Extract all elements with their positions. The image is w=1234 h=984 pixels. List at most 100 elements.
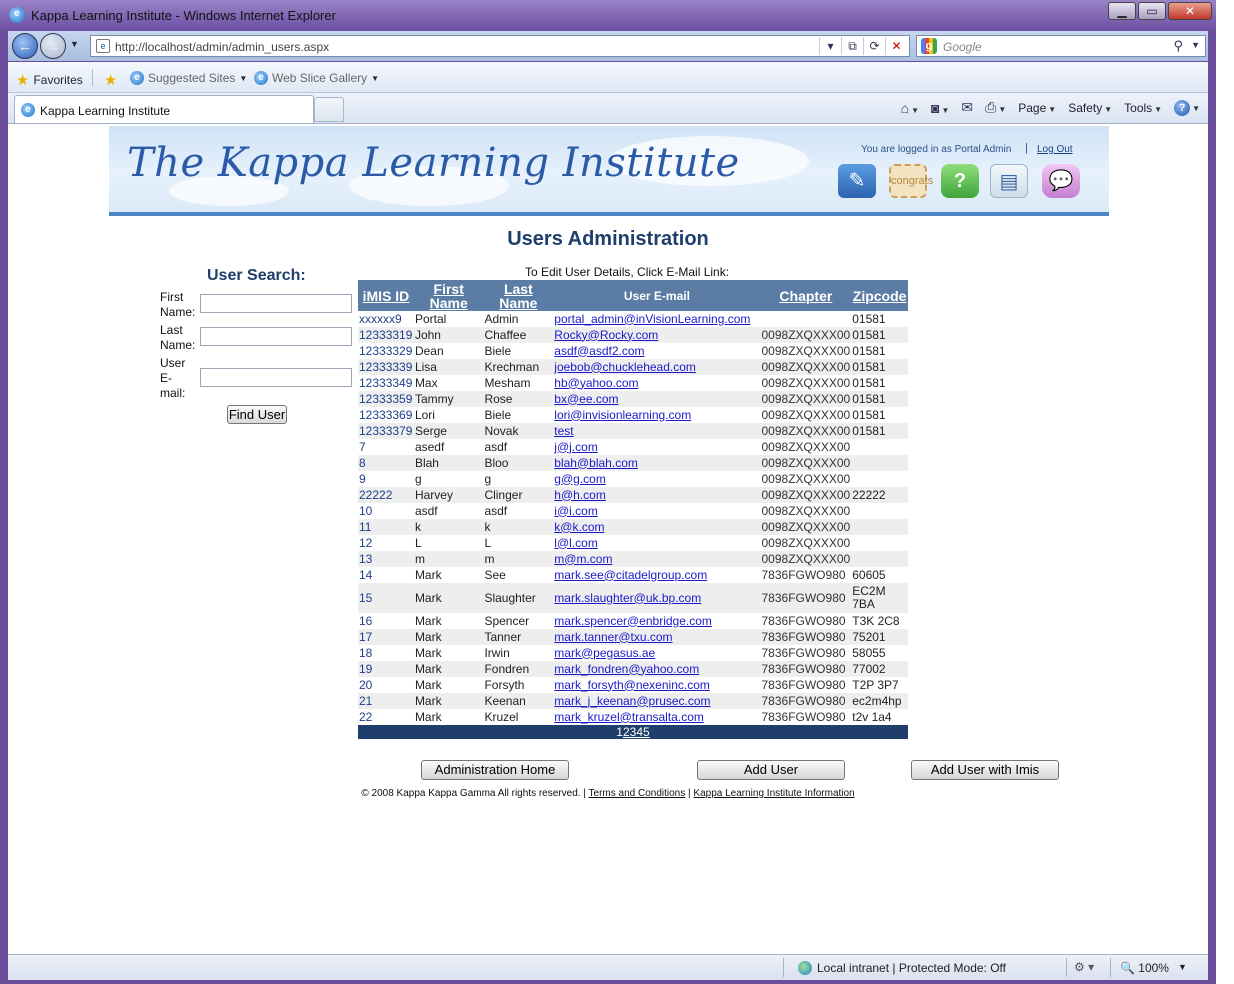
pager-page-2[interactable]: 2 xyxy=(623,725,630,739)
table-row: 9 g g g@g.com 0098ZXQXXX00 xyxy=(358,471,908,487)
first-name-cell: Portal xyxy=(414,311,447,326)
user-email-link[interactable]: l@l.com xyxy=(553,535,760,551)
recent-pages-dropdown-icon[interactable]: ▼ xyxy=(70,39,79,49)
tab-kappa-learning-institute[interactable]: e Kappa Learning Institute xyxy=(14,95,314,123)
last-name-cell: asdf xyxy=(484,503,508,518)
user-email-link[interactable]: portal_admin@inVisionLearning.com xyxy=(553,311,760,327)
user-email-link[interactable]: m@m.com xyxy=(553,551,761,567)
url-dropdown-icon[interactable]: ▾ xyxy=(819,37,841,55)
web-slice-gallery-link[interactable]: e Web Slice Gallery ▼ xyxy=(254,71,379,85)
notepad-pencil-icon[interactable]: ✎ xyxy=(838,164,876,198)
user-email-link[interactable]: Rocky@Rocky.com xyxy=(553,327,761,343)
zoom-dropdown-icon[interactable]: ▼ xyxy=(1178,962,1187,972)
last-name-cell: Admin xyxy=(484,311,519,326)
first-name-cell: Mark xyxy=(414,613,442,628)
user-email-link[interactable]: bx@ee.com xyxy=(553,391,761,407)
close-window-button[interactable]: ✕ xyxy=(1168,2,1212,20)
imis-id-header[interactable]: iMIS ID xyxy=(358,280,414,311)
user-email-link[interactable]: h@h.com xyxy=(553,487,761,503)
user-email-field[interactable] xyxy=(200,368,352,387)
open-book-icon[interactable]: ▤ xyxy=(990,164,1028,198)
help-question-icon[interactable]: ? xyxy=(941,164,979,198)
last-name-field[interactable] xyxy=(200,327,352,346)
search-options-dropdown-icon[interactable]: ▼ xyxy=(1191,40,1200,50)
user-email-link[interactable]: mark_forsyth@nexeninc.com xyxy=(553,677,760,693)
last-name-header[interactable]: Last Name xyxy=(483,280,554,311)
user-email-link[interactable]: joebob@chucklehead.com xyxy=(553,359,761,375)
print-button[interactable]: ⎙ ▼ xyxy=(985,99,1006,116)
feeds-button[interactable]: ◙ ▼ xyxy=(931,100,949,116)
chapter-cell: 0098ZXQXXX00 xyxy=(760,391,852,407)
add-user-with-imis-button[interactable]: Add User with Imis xyxy=(911,760,1059,780)
first-name-field[interactable] xyxy=(200,294,352,313)
help-button[interactable]: ? ▼ xyxy=(1174,99,1200,116)
search-box[interactable]: g Google ⚲ ▼ xyxy=(916,35,1206,57)
user-email-link[interactable]: mark_fondren@yahoo.com xyxy=(553,661,761,677)
user-email-link[interactable]: g@g.com xyxy=(553,471,760,487)
user-email-link[interactable]: mark.spencer@enbridge.com xyxy=(553,613,760,629)
user-email-link[interactable]: k@k.com xyxy=(553,519,761,535)
logout-link[interactable]: Log Out xyxy=(1037,144,1073,155)
user-email-link[interactable]: mark.tanner@txu.com xyxy=(553,629,761,645)
protected-mode-icon[interactable]: ⚙ ▾ xyxy=(1074,960,1094,974)
address-bar[interactable]: e http://localhost/admin/admin_users.asp… xyxy=(90,35,910,57)
compatibility-view-icon[interactable]: ⧉ xyxy=(841,37,863,55)
maximize-button[interactable]: ▭ xyxy=(1138,2,1166,20)
user-email-link[interactable]: blah@blah.com xyxy=(553,455,761,471)
pager-page-5[interactable]: 5 xyxy=(643,725,650,739)
user-email-link[interactable]: mark.slaughter@uk.bp.com xyxy=(553,583,761,613)
user-email-link[interactable]: i@i.com xyxy=(553,503,760,519)
find-user-button[interactable]: Find User xyxy=(227,405,287,424)
page-icon: e xyxy=(96,39,110,53)
first-name-cell: asedf xyxy=(414,439,445,454)
congrats-card-icon[interactable]: congrats xyxy=(889,164,933,198)
stop-icon[interactable]: ✕ xyxy=(885,37,907,55)
forward-button[interactable]: → xyxy=(40,33,66,59)
zipcode-header[interactable]: Zipcode xyxy=(851,280,908,311)
new-tab-button[interactable] xyxy=(314,97,344,122)
favorites-button[interactable]: ★ Favorites xyxy=(16,71,83,89)
first-name-label: First Name: xyxy=(160,290,196,319)
read-mail-button[interactable]: ✉ xyxy=(961,99,973,116)
back-button[interactable]: ← xyxy=(12,33,38,59)
last-name-cell: Kruzel xyxy=(484,709,519,724)
chat-bubble-icon[interactable]: 💬 xyxy=(1042,164,1080,198)
institute-info-link[interactable]: Kappa Learning Institute Information xyxy=(693,788,854,799)
security-zone[interactable]: Local intranet | Protected Mode: Off xyxy=(798,961,1006,975)
user-email-link[interactable]: lori@invisionlearning.com xyxy=(553,407,760,423)
chapter-cell: 7836FGWO980 xyxy=(761,677,846,692)
user-email-link[interactable]: test xyxy=(553,423,761,439)
last-name-cell: Novak xyxy=(483,423,554,439)
home-button[interactable]: ⌂ ▼ xyxy=(901,100,919,116)
table-row: 20 Mark Forsyth mark_forsyth@nexeninc.com 78… xyxy=(358,677,908,693)
imis-id-cell: 22 xyxy=(359,709,373,724)
safety-menu[interactable]: Safety ▼ xyxy=(1068,101,1112,115)
user-email-link[interactable]: mark.see@citadelgroup.com xyxy=(553,567,760,583)
terms-link[interactable]: Terms and Conditions xyxy=(589,788,686,799)
user-email-link[interactable]: mark_kruzel@transalta.com xyxy=(553,709,760,725)
last-name-cell: Biele xyxy=(484,407,512,422)
search-icon[interactable]: ⚲ xyxy=(1173,38,1183,54)
site-logo[interactable]: The Kappa Learning Institute xyxy=(127,140,740,186)
chapter-cell: 7836FGWO980 xyxy=(761,567,846,582)
user-email-link[interactable]: mark@pegasus.ae xyxy=(553,645,760,661)
first-name-header[interactable]: First Name xyxy=(413,280,484,311)
zoom-text: 100% xyxy=(1138,961,1169,975)
web-slice-gallery-label: Web Slice Gallery xyxy=(272,71,368,85)
user-email-link[interactable]: mark_j_keenan@prusec.com xyxy=(553,693,761,709)
imis-id-cell: 11 xyxy=(358,519,414,535)
add-to-favorites-bar-button[interactable]: ★ xyxy=(104,71,117,89)
administration-home-button[interactable]: Administration Home xyxy=(421,760,569,780)
user-email-link[interactable]: asdf@asdf2.com xyxy=(553,343,760,359)
user-email-link[interactable]: j@j.com xyxy=(553,439,760,455)
suggested-sites-link[interactable]: e Suggested Sites ▼ xyxy=(130,71,247,85)
chapter-header[interactable]: Chapter xyxy=(760,280,852,311)
refresh-icon[interactable]: ⟳ xyxy=(863,37,885,55)
tools-menu[interactable]: Tools ▼ xyxy=(1124,101,1162,115)
user-email-link[interactable]: hb@yahoo.com xyxy=(553,375,760,391)
minimize-button[interactable]: ▁ xyxy=(1108,2,1136,20)
url-text[interactable]: http://localhost/admin/admin_users.aspx xyxy=(115,40,329,54)
page-menu[interactable]: Page ▼ xyxy=(1018,101,1056,115)
add-user-button[interactable]: Add User xyxy=(697,760,845,780)
zoom-level[interactable]: 🔍 100% xyxy=(1120,961,1169,975)
